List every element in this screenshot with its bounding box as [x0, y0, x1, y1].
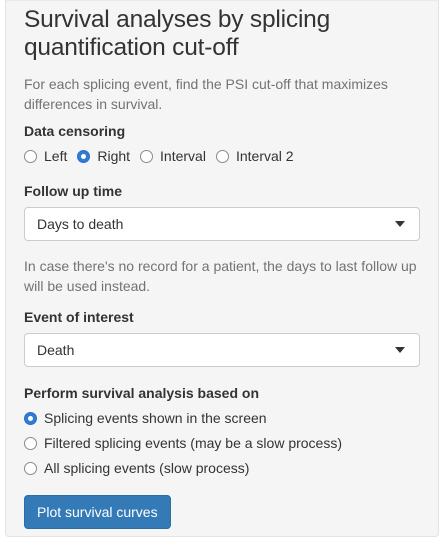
chevron-down-icon [395, 221, 405, 227]
censoring-option-label: Right [97, 148, 131, 164]
radio-all-events[interactable] [24, 461, 37, 475]
panel-title: Survival analyses by splicing quantifica… [24, 6, 331, 61]
analysis-option-all[interactable]: All splicing events (slow process) [24, 458, 420, 478]
censoring-option-label: Left [44, 148, 68, 164]
censoring-option-right[interactable]: Right [77, 148, 130, 164]
censoring-option-label: Interval [160, 148, 206, 164]
follow-up-selected-value: Days to death [37, 216, 124, 232]
analysis-basis-label: Perform survival analysis based on [24, 385, 259, 401]
plot-survival-curves-button[interactable]: Plot survival curves [24, 495, 171, 529]
censoring-group: Data censoring Left Right Interval Inter… [24, 121, 420, 166]
follow-up-group: Follow up time Days to death In case the… [24, 181, 420, 296]
radio-shown-events[interactable] [24, 411, 37, 425]
event-group: Event of interest Death [24, 307, 420, 367]
follow-up-label: Follow up time [24, 183, 122, 199]
follow-up-select[interactable]: Days to death [24, 207, 420, 241]
follow-up-help: In case there's no record for a patient,… [24, 258, 417, 294]
analysis-option-filtered[interactable]: Filtered splicing events (may be a slow … [24, 433, 420, 453]
radio-right[interactable] [77, 149, 91, 163]
censoring-option-label: Interval 2 [235, 148, 294, 164]
censoring-label: Data censoring [24, 123, 126, 139]
event-select[interactable]: Death [24, 333, 420, 367]
analysis-option-label: Filtered splicing events (may be a slow … [44, 435, 343, 451]
censoring-option-interval-2[interactable]: Interval 2 [215, 148, 294, 164]
analysis-option-shown[interactable]: Splicing events shown in the screen [24, 408, 420, 428]
radio-interval[interactable] [140, 149, 154, 163]
survival-panel: Survival analyses by splicing quantifica… [5, 0, 439, 537]
analysis-basis-group: Perform survival analysis based on Splic… [24, 383, 420, 478]
event-label: Event of interest [24, 309, 134, 325]
radio-interval-2[interactable] [215, 149, 229, 163]
analysis-option-label: Splicing events shown in the screen [44, 410, 267, 426]
censoring-options: Left Right Interval Interval 2 [24, 146, 420, 166]
actions: Plot survival curves [24, 495, 420, 529]
radio-filtered-events[interactable] [24, 436, 37, 450]
radio-left[interactable] [24, 149, 37, 163]
analysis-option-label: All splicing events (slow process) [44, 460, 250, 476]
panel-description: For each splicing event, find the PSI cu… [24, 76, 388, 112]
event-selected-value: Death [37, 342, 75, 358]
censoring-option-interval[interactable]: Interval [140, 148, 206, 164]
chevron-down-icon [395, 347, 405, 353]
censoring-option-left[interactable]: Left [24, 148, 67, 164]
